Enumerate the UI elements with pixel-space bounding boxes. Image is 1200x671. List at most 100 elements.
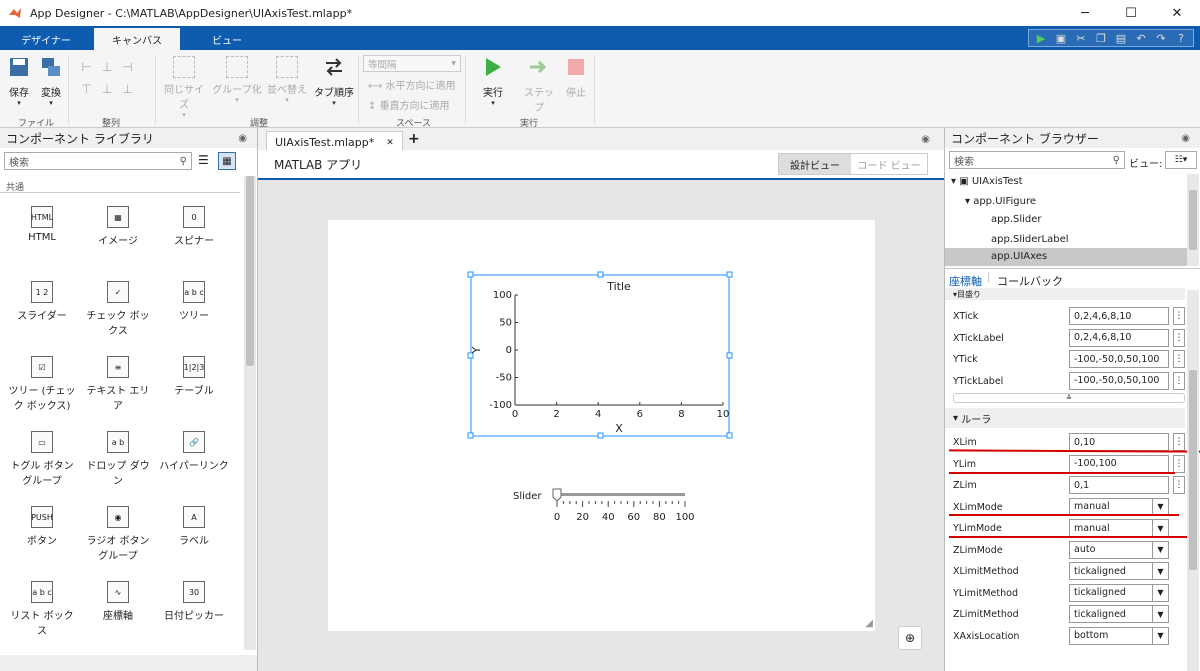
close-tab-icon[interactable]: ✕ bbox=[386, 138, 394, 148]
horizontal-scrollbar[interactable] bbox=[0, 655, 257, 671]
component-item[interactable]: ∿ 座標軸 bbox=[82, 581, 154, 622]
code-view-button[interactable]: コード ビュー bbox=[851, 154, 927, 174]
left-scrollbar[interactable] bbox=[244, 176, 256, 650]
chevron-down-icon[interactable]: ▼ bbox=[1152, 497, 1169, 516]
scrollbar-thumb[interactable] bbox=[1189, 190, 1197, 250]
component-item[interactable]: 🔗 ハイパーリンク bbox=[158, 431, 230, 472]
component-item[interactable]: 1 2 スライダー bbox=[6, 281, 78, 322]
tree-scrollbar[interactable] bbox=[1187, 174, 1199, 266]
tab-designer[interactable]: デザイナー bbox=[0, 28, 92, 50]
tree-item-slider[interactable]: app.Slider bbox=[991, 214, 1042, 225]
panel-options-icon[interactable]: ◉ bbox=[1181, 133, 1190, 144]
chevron-down-icon[interactable]: ▼ bbox=[1152, 626, 1169, 645]
add-tab-button[interactable]: + bbox=[408, 131, 420, 147]
step-button[interactable]: ステップ bbox=[522, 56, 556, 114]
panel-options-icon[interactable]: ◉ bbox=[921, 134, 930, 145]
slider-track[interactable] bbox=[557, 493, 685, 496]
component-item[interactable]: ≡ テキスト エリア bbox=[82, 356, 154, 412]
property-value-field[interactable]: -100,100 bbox=[1069, 454, 1169, 473]
paste-icon[interactable]: ▤ bbox=[1113, 31, 1129, 45]
browser-search-input[interactable]: 検索 ⚲ bbox=[949, 151, 1125, 169]
component-search-input[interactable]: 検索 ⚲ bbox=[4, 152, 192, 170]
undo-icon[interactable]: ↶ bbox=[1133, 31, 1149, 45]
run-icon[interactable]: ▶ bbox=[1033, 31, 1049, 45]
resize-handle[interactable] bbox=[726, 352, 733, 359]
tree-item-uifigure[interactable]: ▾ app.UIFigure bbox=[965, 196, 1036, 207]
tree-item-app[interactable]: ▾ ▣ UIAxisTest bbox=[951, 176, 1023, 187]
group-button[interactable]: グループ化 ▾ bbox=[212, 56, 262, 104]
tab-properties[interactable]: 座標軸 bbox=[949, 273, 982, 289]
list-view-icon[interactable]: ☰ bbox=[198, 153, 209, 167]
property-value-field[interactable]: 0,1 bbox=[1069, 476, 1169, 494]
spacing-select[interactable]: 等間隔 ▾ bbox=[363, 55, 461, 72]
component-item[interactable]: HTML HTML bbox=[6, 206, 78, 243]
resize-handle[interactable] bbox=[467, 432, 474, 439]
chevron-down-icon[interactable]: ▼ bbox=[1152, 540, 1169, 559]
more-options-icon[interactable]: ⋮ bbox=[1173, 454, 1185, 473]
chevron-down-icon[interactable]: ▼ bbox=[1152, 583, 1169, 602]
copy-icon[interactable]: ❐ bbox=[1093, 31, 1109, 45]
same-size-button[interactable]: 同じサイズ ▾ bbox=[160, 56, 208, 119]
more-options-icon[interactable]: ⋮ bbox=[1173, 328, 1185, 347]
component-item[interactable]: 0 スピナー bbox=[158, 206, 230, 247]
tab-order-button[interactable]: タブ順序 ▾ bbox=[314, 56, 354, 107]
tab-canvas[interactable]: キャンバス bbox=[94, 28, 180, 50]
property-value-field[interactable]: -100,-50,0,50,100 bbox=[1069, 371, 1169, 390]
component-item[interactable]: a b c リスト ボックス bbox=[6, 581, 78, 637]
slider-thumb[interactable] bbox=[552, 488, 562, 502]
resize-handle[interactable] bbox=[726, 432, 733, 439]
property-value-field[interactable]: bottom bbox=[1069, 626, 1153, 645]
property-value-field[interactable]: tickaligned bbox=[1069, 583, 1153, 602]
resize-handle[interactable] bbox=[597, 432, 604, 439]
resize-handle[interactable] bbox=[726, 271, 733, 278]
component-item[interactable]: ☑ ツリー (チェック ボックス) bbox=[6, 356, 78, 412]
arrange-button[interactable]: 並べ替え ▾ bbox=[266, 56, 308, 104]
scrollbar-thumb[interactable] bbox=[1189, 370, 1197, 570]
panel-options-icon[interactable]: ◉ bbox=[238, 133, 247, 144]
more-options-icon[interactable]: ⋮ bbox=[1173, 350, 1185, 368]
tab-view[interactable]: ビュー bbox=[182, 28, 272, 50]
section-ticks[interactable]: ▾ 目盛り bbox=[945, 288, 1185, 300]
component-item[interactable]: ✓ チェック ボックス bbox=[82, 281, 154, 337]
tree-item-sliderlabel[interactable]: app.SliderLabel bbox=[991, 234, 1069, 245]
apply-horizontal-button[interactable]: ⟷ 水平方向に適用 bbox=[368, 77, 456, 92]
stop-button[interactable]: 停止 bbox=[562, 56, 590, 99]
component-item[interactable]: A ラベル bbox=[158, 506, 230, 547]
property-value-field[interactable]: manual bbox=[1069, 519, 1153, 537]
save-button[interactable]: 保存 ▾ bbox=[6, 56, 32, 107]
chevron-down-icon[interactable]: ▼ bbox=[1152, 519, 1169, 537]
chevron-down-icon[interactable]: ▼ bbox=[1152, 562, 1169, 580]
minimize-button[interactable]: ─ bbox=[1062, 0, 1108, 26]
save-icon[interactable]: ▣ bbox=[1053, 31, 1069, 45]
component-item[interactable]: ▦ イメージ bbox=[82, 206, 154, 247]
component-item[interactable]: ◉ ラジオ ボタン グループ bbox=[82, 506, 154, 562]
property-value-field[interactable]: -100,-50,0,50,100 bbox=[1069, 350, 1169, 368]
expand-more-button[interactable]: ≚ bbox=[953, 393, 1185, 403]
resize-handle[interactable] bbox=[467, 271, 474, 278]
property-value-field[interactable]: auto bbox=[1069, 540, 1153, 559]
grid-view-icon[interactable]: ▦ bbox=[218, 152, 236, 170]
tab-callbacks[interactable]: コールバック bbox=[997, 273, 1063, 289]
help-icon[interactable]: ? bbox=[1173, 31, 1189, 45]
property-value-field[interactable]: manual bbox=[1069, 497, 1153, 516]
property-value-field[interactable]: 0,10 bbox=[1069, 433, 1169, 451]
tree-item-uiaxes[interactable]: app.UIAxes bbox=[945, 248, 1187, 266]
close-button[interactable]: ✕ bbox=[1154, 0, 1200, 26]
property-value-field[interactable]: tickaligned bbox=[1069, 562, 1153, 580]
component-item[interactable]: a b c ツリー bbox=[158, 281, 230, 322]
more-options-icon[interactable]: ⋮ bbox=[1173, 476, 1185, 494]
component-item[interactable]: 1|2|3 テーブル bbox=[158, 356, 230, 397]
chevron-down-icon[interactable]: ▼ bbox=[1152, 605, 1169, 623]
component-item[interactable]: PUSH ボタン bbox=[6, 506, 78, 547]
component-item[interactable]: 30 日付ピッカー bbox=[158, 581, 230, 622]
view-select[interactable]: ☷▾ bbox=[1165, 151, 1197, 169]
inspector-scrollbar[interactable] bbox=[1187, 290, 1199, 671]
section-ruler[interactable]: ▾ ルーラ bbox=[945, 408, 1185, 428]
more-options-icon[interactable]: ⋮ bbox=[1173, 433, 1185, 451]
more-options-icon[interactable]: ⋮ bbox=[1173, 371, 1185, 390]
property-value-field[interactable]: 0,2,4,6,8,10 bbox=[1069, 307, 1169, 325]
property-value-field[interactable]: 0,2,4,6,8,10 bbox=[1069, 328, 1169, 347]
component-item[interactable]: a b ドロップ ダウン bbox=[82, 431, 154, 487]
ui-figure[interactable]: Title X Y 0 2 4 6 8 10 100 50 0 -50 -100 Slider 0 2… bbox=[328, 220, 875, 631]
scrollbar-thumb[interactable] bbox=[246, 176, 254, 366]
